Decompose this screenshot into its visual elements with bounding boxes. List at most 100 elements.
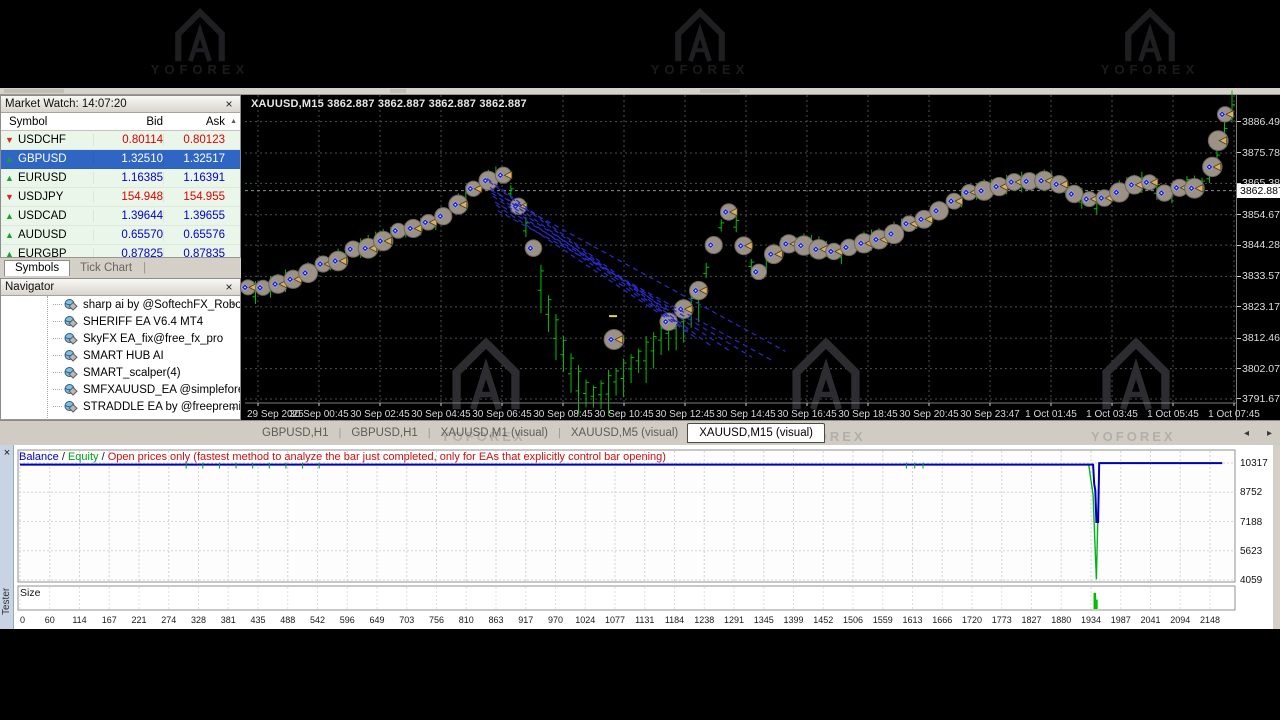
tester-x-label: 917 <box>518 615 533 625</box>
tester-legend-text: / <box>59 451 68 463</box>
tab-scroll-right-icon[interactable]: ▸ <box>1267 428 1272 439</box>
time-axis-label: 1 Oct 03:45 <box>1086 409 1138 420</box>
navigator-item[interactable]: SMART_scalper(4) <box>1 364 240 381</box>
time-axis-label: 30 Sep 02:45 <box>350 409 410 420</box>
navigator-item-label: SkyFX EA_fix@free_fx_pro <box>83 333 223 345</box>
price-chart[interactable]: 29 Sep 202530 Sep 00:4530 Sep 02:4530 Se… <box>245 95 1236 420</box>
tester-legend-text: Balance <box>19 451 59 463</box>
navigator-item[interactable]: SMART HUB AI <box>1 347 240 364</box>
chart-tab-3[interactable]: XAUUSD,M1 (visual) <box>432 424 557 442</box>
time-axis-label: 30 Sep 18:45 <box>838 409 898 420</box>
scroll-up-icon[interactable]: ▲ <box>230 118 237 125</box>
tester-x-label: 756 <box>429 615 444 625</box>
navigator-item[interactable]: STRADDLE EA by @freepremiur <box>1 398 240 415</box>
market-watch-row[interactable]: ▲EURUSD1.163851.16391 <box>1 169 240 188</box>
market-watch-row[interactable]: ▼USDJPY154.948154.955 <box>1 188 240 207</box>
bottom-strip <box>0 629 1280 720</box>
navigator-item[interactable]: SkyFX EA_fix@free_fx_pro <box>1 330 240 347</box>
scroll-down-icon[interactable]: ▼ <box>230 406 237 413</box>
market-watch-row[interactable]: ▲AUDUSD0.655700.65576 <box>1 226 240 245</box>
tester-x-label: 649 <box>369 615 384 625</box>
price-axis-label: 3865.385 <box>1237 177 1279 189</box>
tester-x-label: 114 <box>72 615 86 625</box>
navigator-item[interactable]: SHERIFF EA V6.4 MT4 <box>1 313 240 330</box>
toolbar-segment <box>700 89 740 93</box>
column-bid[interactable]: Bid <box>93 116 163 128</box>
tester-x-label: 1987 <box>1111 615 1131 625</box>
arrow-down-icon: ▼ <box>1 135 18 145</box>
price-axis-label: 3791.675 <box>1237 393 1279 405</box>
time-axis-label: 1 Oct 05:45 <box>1147 409 1199 420</box>
navigator-item[interactable]: sharp ai by @SoftechFX_Robot <box>1 296 240 313</box>
navigator-item-label: sharp ai by @SoftechFX_Robot <box>83 299 240 311</box>
price-axis[interactable]: 3862.887 3886.4903875.7803865.3853854.67… <box>1236 95 1280 420</box>
chart-tab-5[interactable]: XAUUSD,M15 (visual) <box>687 423 825 443</box>
chart-ohlc-title: XAUUSD,M15 3862.887 3862.887 3862.887 38… <box>251 98 527 110</box>
tester-dock-bar: × Tester <box>0 445 14 629</box>
yoforex-watermark-text: YOFOREX <box>1101 62 1200 77</box>
tab-separator: | <box>142 262 147 276</box>
market-watch-row[interactable]: ▼USDCHF0.801140.80123 <box>1 131 240 150</box>
time-axis-label: 30 Sep 14:45 <box>716 409 776 420</box>
tree-connector <box>53 321 62 322</box>
bid-cell: 154.948 <box>93 191 163 203</box>
symbol-cell: EURUSD <box>18 172 93 184</box>
chart-tab-2[interactable]: GBPUSD,H1 <box>342 424 426 442</box>
tab-scroll-left-icon[interactable]: ◂ <box>1244 428 1249 439</box>
toolbar-segment <box>390 89 406 93</box>
price-axis-label: 3823.175 <box>1237 301 1279 313</box>
chart-tab-bar: YOFOREX YOFOREX YOFOREX GBPUSD,H1|GBPUSD… <box>243 421 1280 445</box>
tester-x-label: 596 <box>340 615 355 625</box>
symbol-cell: USDCAD <box>18 210 93 222</box>
close-icon[interactable]: × <box>222 98 236 110</box>
column-symbol[interactable]: Symbol <box>1 116 93 128</box>
price-axis-label: 3812.465 <box>1237 332 1279 344</box>
tester-x-label: 703 <box>399 615 414 625</box>
ask-cell: 1.32517 <box>163 153 225 165</box>
navigator-item-label: SMART HUB AI <box>83 350 164 362</box>
time-axis-label: 30 Sep 08:45 <box>533 409 593 420</box>
tester-panel: 0601141672212743283814354885425966497037… <box>0 445 1280 629</box>
arrow-up-icon: ▲ <box>1 154 18 164</box>
tester-x-label: 542 <box>310 615 325 625</box>
navigator-item-label: SHERIFF EA V6.4 MT4 <box>83 316 203 328</box>
time-axis-label: 30 Sep 20:45 <box>899 409 959 420</box>
tester-x-label: 810 <box>459 615 474 625</box>
tester-y-label: 8752 <box>1240 487 1262 498</box>
chart-tab-4[interactable]: XAUUSD,M5 (visual) <box>562 424 687 442</box>
navigator-title: Navigator <box>5 281 222 293</box>
tester-x-label: 1827 <box>1021 615 1041 625</box>
tab-tick-chart[interactable]: Tick Chart <box>70 261 142 276</box>
column-ask[interactable]: Ask <box>163 116 225 128</box>
market-watch-row[interactable]: ▲USDCAD1.396441.39655 <box>1 207 240 226</box>
arrow-up-icon: ▲ <box>1 230 18 240</box>
yoforex-watermark-text: YOFOREX <box>651 62 750 77</box>
navigator-item[interactable]: SMFXAUUSD_EA @simpleforex <box>1 381 240 398</box>
market-watch-row[interactable]: ▲GBPUSD1.325101.32517 <box>1 150 240 169</box>
tree-connector <box>53 355 62 356</box>
tester-x-label: 435 <box>250 615 265 625</box>
tester-x-label: 328 <box>191 615 206 625</box>
tester-legend-text: / <box>99 451 108 463</box>
symbol-cell: USDCHF <box>18 134 93 146</box>
close-icon[interactable]: × <box>222 281 236 293</box>
tab-symbols[interactable]: Symbols <box>4 260 70 276</box>
tester-chart[interactable]: 0601141672212743283814354885425966497037… <box>14 445 1276 629</box>
navigator-item-label: SMART_scalper(4) <box>83 367 181 379</box>
navigator-item-label: SMFXAUUSD_EA @simpleforex <box>83 384 240 396</box>
tester-y-label: 10317 <box>1240 458 1268 469</box>
scroll-up-icon[interactable]: ▲ <box>230 300 237 307</box>
time-axis-label: 30 Sep 06:45 <box>472 409 532 420</box>
expert-advisor-icon <box>64 400 78 414</box>
house-logo-watermark <box>178 12 222 61</box>
close-icon[interactable]: × <box>0 447 14 459</box>
tester-x-label: 1452 <box>813 615 833 625</box>
tester-x-label: 167 <box>102 615 117 625</box>
price-axis-label: 3802.070 <box>1237 363 1279 375</box>
chart-tab-1[interactable]: GBPUSD,H1 <box>253 424 337 442</box>
tester-x-label: 1184 <box>665 615 684 625</box>
tester-x-label: 1506 <box>843 615 863 625</box>
tester-x-label: 1720 <box>962 615 982 625</box>
market-watch-panel: Market Watch: 14:07:20 × Symbol Bid Ask … <box>0 95 241 276</box>
tester-x-label: 0 <box>20 615 25 625</box>
